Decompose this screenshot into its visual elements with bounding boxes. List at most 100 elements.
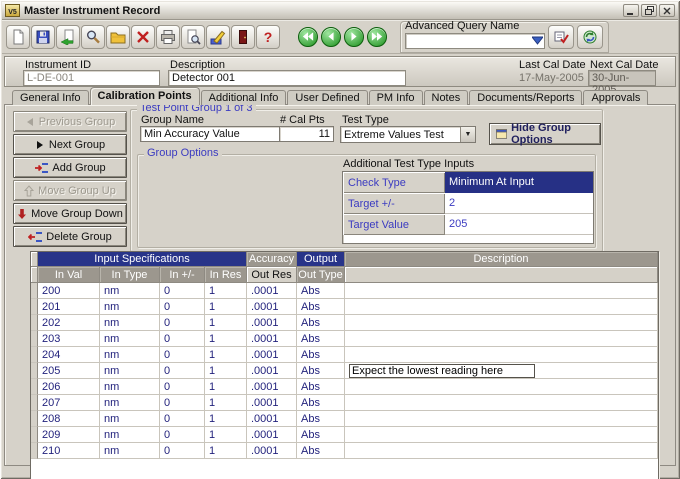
row-selector-cell[interactable] [31,347,38,363]
grid-group-header-cell[interactable]: Output [297,252,345,267]
grid-cell[interactable]: 0 [160,411,205,427]
grid-cell-description[interactable]: Expect the lowest reading here [345,363,658,379]
grid-cell[interactable]: 0 [160,379,205,395]
instrument-id-field[interactable] [23,70,160,86]
grid-cell[interactable]: .0001 [247,411,297,427]
table-row[interactable]: 207 nm 0 1.0001 Abs [31,395,658,411]
grid-cell[interactable]: Abs [297,379,345,395]
print-record-button[interactable] [156,24,180,49]
tab-pm-info[interactable]: PM Info [368,90,423,105]
grid-cell[interactable]: nm [100,411,160,427]
test-type-dropdown-icon[interactable]: ▼ [460,127,475,142]
row-selector-cell[interactable] [31,299,38,315]
table-row[interactable]: 203 nm 0 1.0001 Abs [31,331,658,347]
ati-label-target-value[interactable]: Target Value [343,214,445,235]
table-row[interactable]: 202 nm 0 1.0001 Abs [31,315,658,331]
advanced-query-combo[interactable] [405,32,545,49]
grid-cell[interactable]: nm [100,363,160,379]
table-row[interactable]: 210 nm 0 1.0001 Abs [31,443,658,459]
grid-cell[interactable]: .0001 [247,347,297,363]
grid-cell[interactable]: .0001 [247,379,297,395]
open-record-button[interactable] [106,24,130,49]
grid-cell[interactable]: Abs [297,315,345,331]
grid-cell[interactable]: .0001 [247,283,297,299]
grid-cell-description[interactable] [345,331,658,347]
grid-cell[interactable]: Abs [297,299,345,315]
grid-cell[interactable]: 0 [160,427,205,443]
next-record-button[interactable] [344,26,364,47]
close-button[interactable] [659,4,675,17]
ati-label-check-type[interactable]: Check Type [343,172,445,193]
find-record-button[interactable] [81,24,105,49]
grid-cell[interactable]: 1 [205,299,247,315]
grid-cell[interactable]: 0 [160,443,205,459]
grid-cell[interactable]: 1 [205,411,247,427]
grid-cell[interactable]: 204 [38,347,100,363]
grid-group-header-cell[interactable]: Input Specifications [38,252,247,267]
grid-cell[interactable]: nm [100,331,160,347]
grid-cell-description[interactable] [345,411,658,427]
grid-cell[interactable]: nm [100,427,160,443]
tab-general-info[interactable]: General Info [12,90,89,105]
grid-cell[interactable]: 202 [38,315,100,331]
tab-notes[interactable]: Notes [423,90,469,105]
add-group-button[interactable]: Add Group [13,157,127,178]
save-record-button[interactable] [31,24,55,49]
grid-cell[interactable]: 201 [38,299,100,315]
grid-cell[interactable]: .0001 [247,331,297,347]
grid-cell-description[interactable] [345,395,658,411]
row-selector-cell[interactable] [31,283,38,299]
grid-cell[interactable]: 1 [205,443,247,459]
grid-cell[interactable]: 210 [38,443,100,459]
grid-cell[interactable]: 206 [38,379,100,395]
next-group-button[interactable]: Next Group [13,134,127,155]
ati-value-target[interactable]: 2 [445,193,593,214]
grid-cell[interactable]: 1 [205,395,247,411]
table-row[interactable]: 208 nm 0 1.0001 Abs [31,411,658,427]
grid-cell[interactable]: .0001 [247,299,297,315]
grid-cell[interactable]: 205 [38,363,100,379]
ati-label-target[interactable]: Target +/- [343,193,445,214]
run-query-button[interactable] [548,24,574,49]
combo-dropdown-icon[interactable] [530,34,544,48]
previous-record-button[interactable] [321,26,341,47]
row-selector-cell[interactable] [31,411,38,427]
grid-cell-description[interactable] [345,315,658,331]
revert-record-button[interactable] [56,24,80,49]
table-row[interactable]: 201 nm 0 1.0001 Abs [31,299,658,315]
row-selector-cell[interactable] [31,315,38,331]
minimize-button[interactable] [623,4,639,17]
grid-cell[interactable]: 1 [205,347,247,363]
grid-col-header-out-res[interactable]: Out Res [247,267,297,283]
grid-cell[interactable]: nm [100,299,160,315]
restore-button[interactable] [641,4,657,17]
exit-app-button[interactable] [231,24,255,49]
table-row[interactable]: 209 nm 0 1.0001 Abs [31,427,658,443]
grid-col-header-out-type[interactable]: Out Type [297,267,345,283]
grid-col-header-in-type[interactable]: In Type [100,267,160,283]
grid-cell[interactable]: Abs [297,443,345,459]
grid-cell[interactable]: 0 [160,395,205,411]
grid-cell[interactable]: .0001 [247,427,297,443]
grid-col-header-in-val[interactable]: In Val [38,267,100,283]
table-row[interactable]: 200 nm 0 1.0001 Abs [31,283,658,299]
grid-cell[interactable]: Abs [297,427,345,443]
grid-cell[interactable]: .0001 [247,363,297,379]
ati-value-target-value[interactable]: 205 [445,214,593,235]
grid-cell-description[interactable] [345,443,658,459]
new-record-button[interactable] [6,24,30,49]
grid-cell[interactable]: 0 [160,363,205,379]
grid-cell[interactable]: .0001 [247,395,297,411]
last-record-button[interactable] [367,26,387,47]
refresh-query-button[interactable] [577,24,603,49]
grid-cell[interactable]: Abs [297,283,345,299]
grid-cell[interactable]: Abs [297,411,345,427]
grid-group-header-cell[interactable]: Accuracy [247,252,297,267]
grid-cell-description[interactable] [345,347,658,363]
row-selector-cell[interactable] [31,379,38,395]
grid-col-header-in-res[interactable]: In Res [205,267,247,283]
grid-cell[interactable]: 1 [205,315,247,331]
grid-cell[interactable]: 1 [205,331,247,347]
grid-col-header-in[interactable]: In +/- [160,267,205,283]
first-record-button[interactable] [298,26,318,47]
